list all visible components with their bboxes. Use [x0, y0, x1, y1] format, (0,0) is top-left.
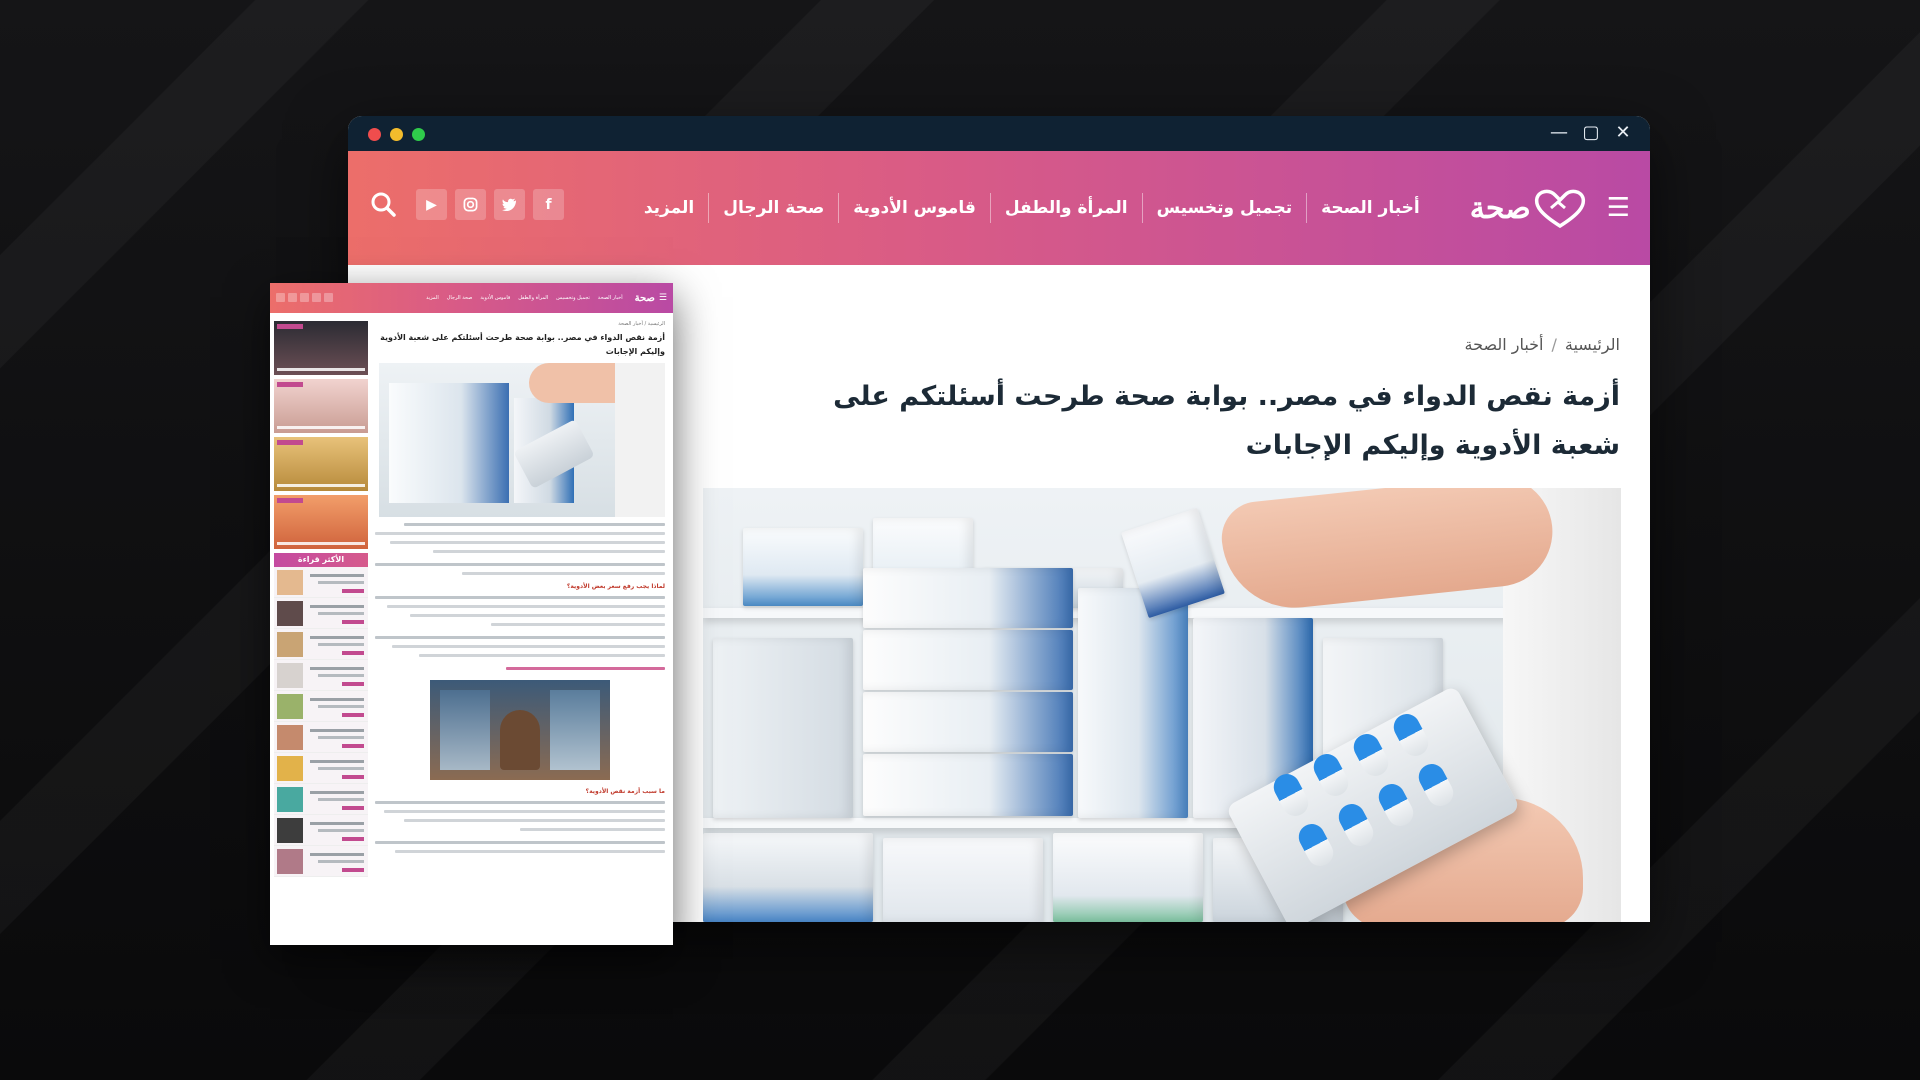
maximize-icon[interactable]: ▢ — [1582, 122, 1600, 144]
search-icon[interactable] — [370, 191, 396, 217]
mini-social-icons — [276, 293, 333, 302]
most-read-item[interactable] — [274, 846, 368, 877]
heart-logo-icon — [1534, 189, 1585, 228]
mini-hero-image — [379, 363, 665, 517]
nav-health-news[interactable]: أخبار الصحة — [1306, 193, 1434, 223]
nav-drug-dictionary[interactable]: قاموس الأدوية — [838, 193, 990, 223]
nav-more[interactable]: المزيد — [630, 193, 708, 223]
mini-youtube-icon[interactable] — [288, 293, 297, 302]
instagram-icon[interactable] — [455, 189, 486, 220]
mini-nav-item[interactable]: أخبار الصحة — [594, 295, 627, 301]
youtube-icon[interactable]: ▶ — [416, 189, 447, 220]
mini-nav-item[interactable]: قاموس الأدوية — [476, 295, 514, 301]
sidebar-card[interactable] — [274, 495, 368, 549]
article-hero-image — [703, 488, 1621, 922]
mini-menu-icon[interactable]: ☰ — [659, 293, 667, 303]
sidebar-card[interactable] — [274, 321, 368, 375]
breadcrumb-category[interactable]: أخبار الصحة — [1465, 335, 1544, 354]
nav-women-child[interactable]: المرأة والطفل — [989, 193, 1142, 223]
minimize-icon[interactable]: — — [1550, 122, 1568, 144]
site-header: ☰ صحة أخبار الصحة تجميل وتخسيس المرأة وا… — [348, 151, 1650, 265]
mini-inline-image — [430, 680, 610, 780]
most-read-item[interactable] — [274, 722, 368, 753]
most-read-item[interactable] — [274, 815, 368, 846]
most-read-item[interactable] — [274, 660, 368, 691]
most-read-item[interactable] — [274, 784, 368, 815]
social-links: ▶ f — [416, 189, 564, 220]
most-read-heading: الأكثر قراءة — [274, 553, 368, 567]
most-read-item[interactable] — [274, 753, 368, 784]
main-nav: أخبار الصحة تجميل وتخسيس المرأة والطفل ق… — [630, 193, 1434, 223]
mini-logo[interactable]: صحة — [635, 293, 655, 304]
maximize-dot[interactable] — [412, 128, 425, 141]
most-read-item[interactable] — [274, 598, 368, 629]
mini-facebook-icon[interactable] — [324, 293, 333, 302]
logo-text: صحة — [1469, 190, 1531, 226]
nav-beauty[interactable]: تجميل وتخسيس — [1141, 193, 1307, 223]
breadcrumb-home[interactable]: الرئيسية — [1565, 335, 1620, 354]
mini-breadcrumb: الرئيسية / أخبار الصحة — [618, 321, 665, 327]
mobile-page-preview: ☰ صحة أخبار الصحة تجميل وتخسيس المرأة وا… — [270, 283, 673, 945]
most-read-item[interactable] — [274, 567, 368, 598]
minimize-dot[interactable] — [390, 128, 403, 141]
site-logo[interactable]: صحة — [1464, 188, 1589, 228]
twitter-icon[interactable] — [494, 189, 525, 220]
mini-article: الرئيسية / أخبار الصحة أزمة نقص الدواء ف… — [375, 321, 665, 853]
article-title: أزمة نقص الدواء في مصر.. بوابة صحة طرحت … — [833, 381, 1620, 461]
mini-nav-item[interactable]: المزيد — [422, 295, 443, 301]
mini-instagram-icon[interactable] — [300, 293, 309, 302]
sidebar-card[interactable] — [274, 437, 368, 491]
mini-nav-item[interactable]: صحة الرجال — [443, 295, 477, 301]
window-titlebar: — ▢ ✕ — [348, 116, 1650, 151]
mini-subheading: ما سبب أزمة نقص الأدوية؟ — [585, 788, 665, 795]
mini-sidebar: الأكثر قراءة — [274, 321, 368, 877]
sidebar-card[interactable] — [274, 379, 368, 433]
mini-header: ☰ صحة أخبار الصحة تجميل وتخسيس المرأة وا… — [270, 283, 673, 313]
mini-subheading: لماذا يجب رفع سعر بعض الأدوية؟ — [566, 583, 665, 590]
close-icon[interactable]: ✕ — [1614, 122, 1632, 144]
most-read-item[interactable] — [274, 691, 368, 722]
mini-article-title: أزمة نقص الدواء في مصر.. بوابة صحة طرحت … — [380, 333, 665, 356]
facebook-icon[interactable]: f — [533, 189, 564, 220]
most-read-item[interactable] — [274, 629, 368, 660]
menu-icon[interactable]: ☰ — [1607, 193, 1630, 223]
mini-search-icon[interactable] — [276, 293, 285, 302]
nav-men-health[interactable]: صحة الرجال — [708, 193, 838, 223]
mini-twitter-icon[interactable] — [312, 293, 321, 302]
mini-nav-item[interactable]: تجميل وتخسيس — [552, 295, 594, 301]
close-dot[interactable] — [368, 128, 381, 141]
mini-nav-item[interactable]: المرأة والطفل — [514, 295, 552, 301]
